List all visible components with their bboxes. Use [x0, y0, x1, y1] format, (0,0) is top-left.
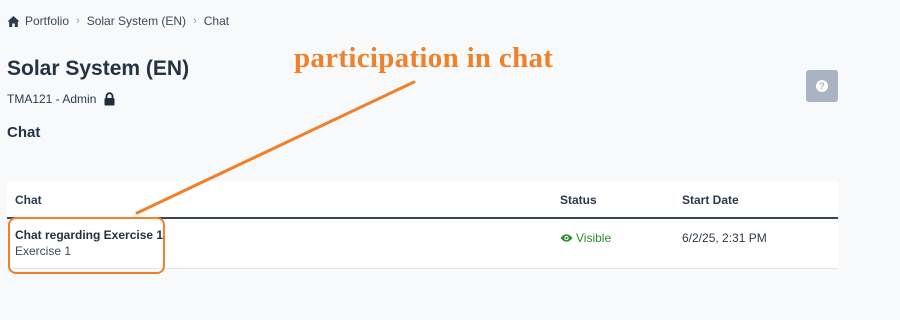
annotation-arrow	[135, 80, 416, 215]
